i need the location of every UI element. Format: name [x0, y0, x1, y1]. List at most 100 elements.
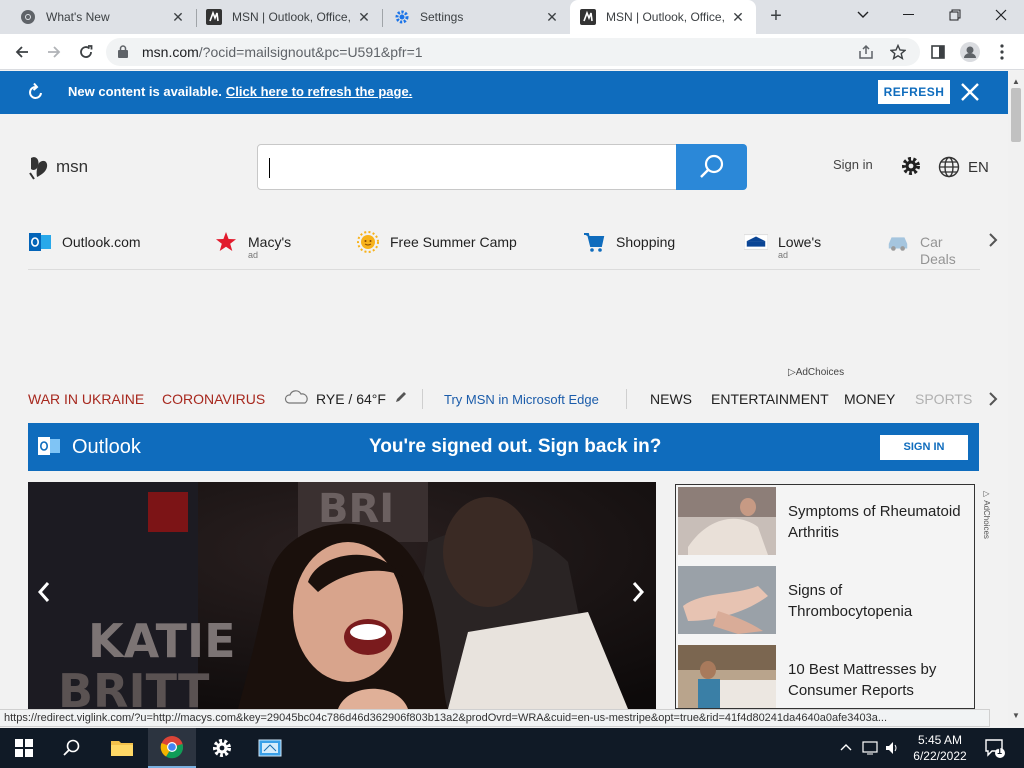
minimize-icon[interactable] [886, 0, 932, 30]
windows-logo-icon [15, 739, 33, 757]
nav-money[interactable]: MONEY [844, 391, 895, 407]
tab-msn-1[interactable]: MSN | Outlook, Office, ✕ [196, 0, 382, 34]
rail-item-title: 10 Best Mattresses by Consumer Reports [788, 661, 937, 699]
profile-avatar-icon[interactable] [956, 38, 984, 66]
notifications-icon[interactable]: 1 [984, 737, 1006, 762]
new-tab-button[interactable]: + [764, 5, 788, 29]
cloud-icon [284, 389, 310, 408]
search-button[interactable] [676, 144, 747, 190]
quicklink-macys[interactable]: Macy's ad [214, 230, 291, 260]
chrome-icon [20, 9, 36, 25]
tray-chevron-up-icon[interactable] [840, 740, 852, 754]
adchoices-label[interactable]: ▷AdChoices [788, 367, 844, 378]
nav-war-in-ukraine[interactable]: WAR IN UKRAINE [28, 391, 144, 407]
try-msn-edge-link[interactable]: Try MSN in Microsoft Edge [444, 392, 599, 407]
banner-message: New content is available. Click here to r… [68, 84, 412, 99]
quicklink-label: Shopping [616, 234, 676, 250]
nav-coronavirus[interactable]: CORONAVIRUS [162, 391, 265, 407]
quicklink-text: Macy's [248, 234, 292, 250]
close-tab-icon[interactable]: ✕ [170, 9, 186, 25]
quicklink-lowes[interactable]: Lowe's ad [744, 230, 821, 260]
tab-settings[interactable]: Settings ✕ [384, 0, 570, 34]
adchoices-text: AdChoices [795, 367, 845, 378]
edit-pencil-icon[interactable] [394, 390, 408, 407]
close-banner-icon[interactable] [958, 80, 982, 104]
hero-carousel[interactable]: BRI KATIE BRITT [28, 482, 656, 709]
kebab-menu-icon[interactable] [988, 38, 1016, 66]
quicklink-shopping[interactable]: Shopping [582, 230, 675, 254]
window-close-icon[interactable] [978, 0, 1024, 30]
refresh-page-link[interactable]: Click here to refresh the page. [226, 84, 412, 99]
close-tab-icon[interactable]: ✕ [356, 9, 372, 25]
taskbar-file-explorer[interactable] [98, 728, 146, 768]
share-icon[interactable] [852, 38, 880, 66]
nav-chevron-right-icon[interactable] [988, 391, 998, 412]
quicklink-label: Outlook.com [62, 234, 141, 250]
tab-title: What's New [46, 10, 110, 24]
forward-arrow-icon[interactable] [40, 38, 68, 66]
rail-adchoices[interactable]: ▷ AdChoices [982, 489, 991, 539]
windows-taskbar: 5:45 AM 6/22/2022 1 [0, 728, 1024, 768]
folder-icon [111, 741, 133, 756]
network-icon[interactable] [862, 740, 880, 759]
scrollbar-thumb[interactable] [1011, 88, 1021, 142]
nav-sports[interactable]: SPORTS [915, 391, 972, 407]
rail-item[interactable]: Signs of Thrombocytopenia [678, 566, 974, 636]
search-input[interactable] [257, 144, 677, 190]
settings-gear-icon[interactable] [900, 155, 922, 182]
quicklink-car-deals[interactable]: Car Deals [886, 230, 980, 268]
tab-title: MSN | Outlook, Office, [232, 10, 351, 24]
carousel-prev-icon[interactable] [32, 576, 56, 612]
start-button[interactable] [0, 728, 48, 768]
tab-search-chevron-icon[interactable] [840, 0, 886, 30]
msn-logo[interactable]: msn [28, 153, 88, 181]
restore-icon[interactable] [932, 0, 978, 30]
nav-weather[interactable]: RYE / 64°F [316, 391, 386, 407]
taskbar-chrome[interactable] [148, 728, 196, 768]
nav-news[interactable]: NEWS [650, 391, 692, 407]
scroll-down-icon[interactable]: ▼ [1012, 711, 1020, 720]
outlook-title: Outlook [72, 436, 141, 458]
chevron-right-icon[interactable] [988, 231, 998, 254]
tab-msn-active[interactable]: MSN | Outlook, Office, ✕ [570, 0, 756, 34]
refresh-button[interactable]: REFRESH [878, 80, 950, 104]
refresh-icon[interactable] [26, 82, 46, 107]
msn-icon [580, 9, 596, 25]
quicklink-summer-camp[interactable]: Free Summer Camp [356, 230, 517, 254]
car-icon [886, 230, 910, 254]
hero-photo: BRI KATIE BRITT [28, 482, 656, 709]
scroll-up-icon[interactable]: ▲ [1012, 77, 1020, 86]
carousel-next-icon[interactable] [626, 576, 650, 612]
bookmark-star-icon[interactable] [884, 38, 912, 66]
volume-icon[interactable] [884, 740, 900, 759]
tab-whats-new[interactable]: What's New ✕ [10, 0, 196, 34]
system-clock[interactable]: 5:45 AM 6/22/2022 [900, 732, 980, 764]
rail-item[interactable]: 10 Best Mattresses by Consumer Reports [678, 645, 974, 708]
language-selector[interactable]: EN [938, 156, 989, 178]
vertical-scrollbar[interactable]: ▲ ▼ [1008, 71, 1024, 726]
reload-icon[interactable] [72, 38, 100, 66]
quicklink-outlook[interactable]: Outlook.com [28, 230, 141, 254]
page-viewport: New content is available. Click here to r… [0, 71, 1008, 709]
taskbar-app[interactable] [246, 728, 294, 768]
tab-title: Settings [420, 10, 464, 24]
search-icon [699, 154, 723, 178]
taskbar-settings[interactable] [198, 728, 246, 768]
clock-time: 5:45 AM [917, 733, 963, 747]
chrome-icon [160, 736, 184, 759]
close-tab-icon[interactable]: ✕ [730, 9, 746, 25]
nav-divider [626, 389, 627, 409]
sign-in-link[interactable]: Sign in [833, 157, 873, 172]
address-bar[interactable]: msn.com/?ocid=mailsignout&pc=U591&pfr=1 [106, 38, 920, 66]
close-tab-icon[interactable]: ✕ [544, 9, 560, 25]
taskbar-search-button[interactable] [48, 728, 96, 768]
url-path: /?ocid=mailsignout&pc=U591&pfr=1 [198, 44, 423, 60]
notification-count: 1 [997, 746, 1003, 756]
nav-entertainment[interactable]: ENTERTAINMENT [711, 391, 829, 407]
side-panel-icon[interactable] [924, 38, 952, 66]
globe-icon [938, 156, 960, 178]
sign-in-button[interactable]: SIGN IN [880, 435, 968, 460]
back-arrow-icon[interactable] [8, 38, 36, 66]
clock-date: 6/22/2022 [913, 749, 967, 763]
rail-item[interactable]: Symptoms of Rheumatoid Arthritis [678, 487, 974, 557]
